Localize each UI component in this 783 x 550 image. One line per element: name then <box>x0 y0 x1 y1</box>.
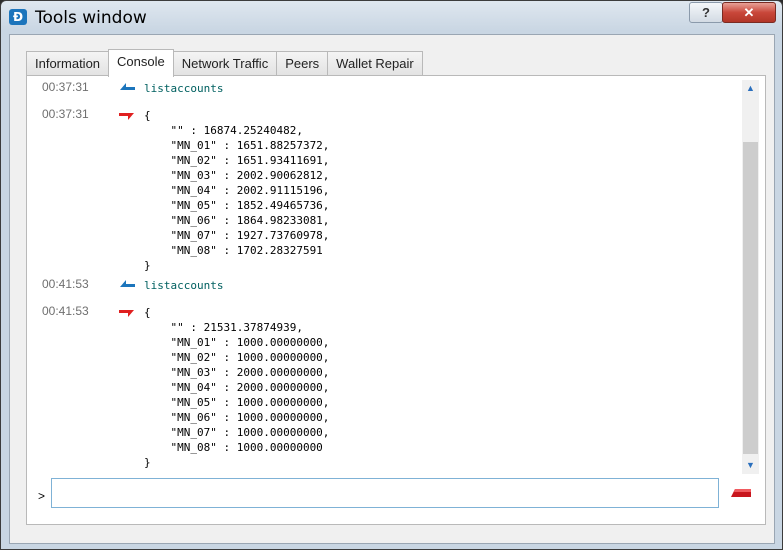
tab-wallet-repair[interactable]: Wallet Repair <box>327 51 423 76</box>
reply-arrow-icon <box>119 113 134 120</box>
reply-text: { "" : 16874.25240482, "MN_01" : 1651.88… <box>144 109 330 272</box>
tab-console[interactable]: Console <box>108 49 174 77</box>
request-arrow-icon <box>120 83 135 90</box>
reply-text: { "" : 21531.37874939, "MN_01" : 1000.00… <box>144 306 330 469</box>
close-button[interactable]: ✕ <box>722 2 776 23</box>
request-arrow-icon <box>120 280 135 287</box>
command-text: listaccounts <box>144 279 224 292</box>
tools-window: Đ Tools window ? ✕ Information Console N… <box>0 0 783 550</box>
tab-peers[interactable]: Peers <box>276 51 329 76</box>
scroll-up-icon[interactable]: ▲ <box>742 80 759 97</box>
clear-console-icon[interactable] <box>731 489 751 497</box>
entry-time: 00:37:31 <box>42 80 89 94</box>
scroll-down-icon[interactable]: ▼ <box>742 457 759 474</box>
console-output[interactable]: 00:37:31 listaccounts 00:37:31 { "" : 16… <box>32 80 739 474</box>
command-text: listaccounts <box>144 82 224 95</box>
help-button[interactable]: ? <box>689 2 723 23</box>
entry-time: 00:41:53 <box>42 304 89 318</box>
tab-information[interactable]: Information <box>26 51 110 76</box>
console-scrollbar[interactable]: ▲ ▼ <box>742 80 759 474</box>
dash-logo-icon: Đ <box>9 9 27 25</box>
console-panel: 00:37:31 listaccounts 00:37:31 { "" : 16… <box>26 75 766 525</box>
tab-network-traffic[interactable]: Network Traffic <box>172 51 278 76</box>
console-command-input[interactable] <box>51 478 719 508</box>
console-prompt: > <box>38 489 46 503</box>
entry-time: 00:41:53 <box>42 277 89 291</box>
entry-time: 00:37:31 <box>42 107 89 121</box>
reply-arrow-icon <box>119 310 134 317</box>
window-title: Tools window <box>35 8 147 28</box>
scrollbar-thumb[interactable] <box>743 142 758 454</box>
tab-bar: Information Console Network Traffic Peer… <box>26 49 423 77</box>
window-client-area: Information Console Network Traffic Peer… <box>9 34 775 544</box>
title-bar[interactable]: Đ Tools window ? ✕ <box>1 1 782 35</box>
